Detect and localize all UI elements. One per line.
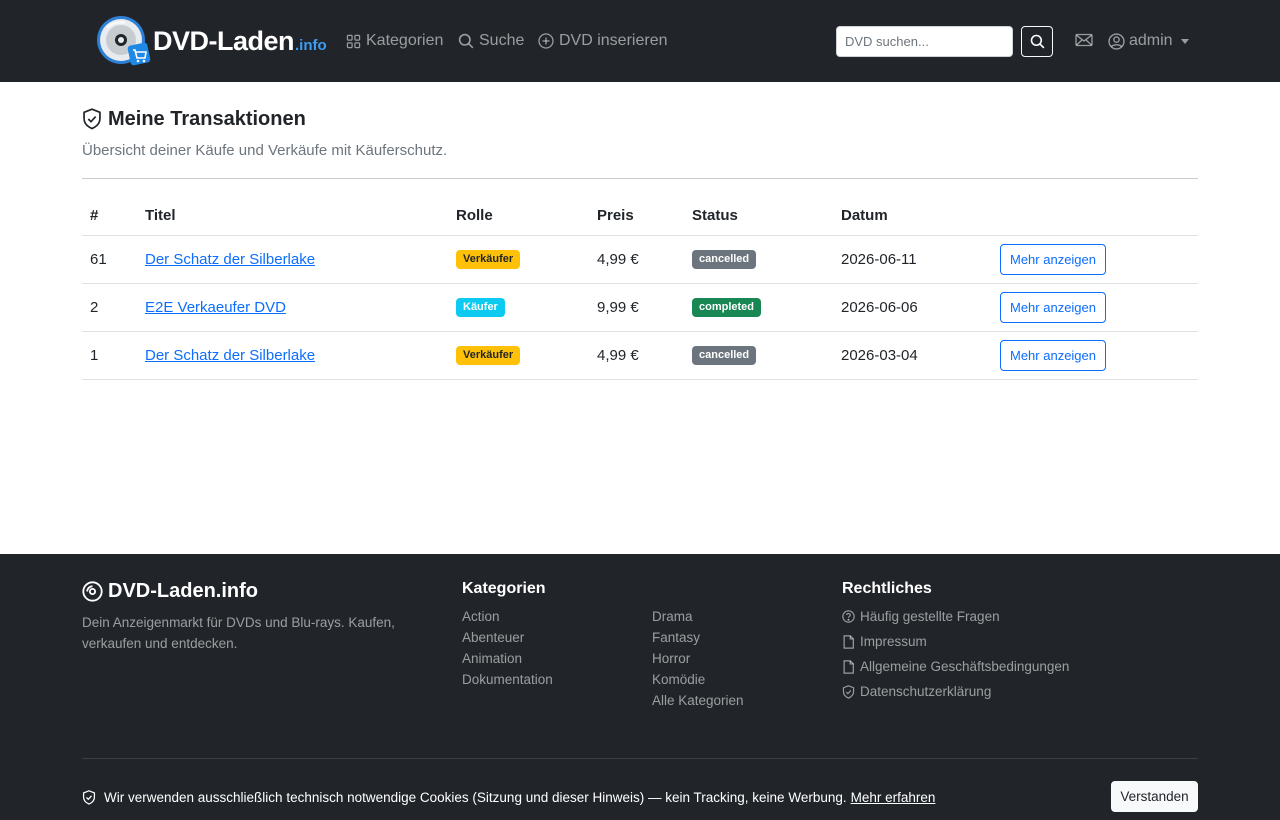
column-header-titel: Titel xyxy=(137,196,448,236)
price: 9,99 € xyxy=(589,283,684,332)
show-more-button[interactable]: Mehr anzeigen xyxy=(1000,243,1106,275)
role-badge: Verkäufer xyxy=(456,346,521,365)
footer-divider xyxy=(82,758,1198,759)
cookie-notice: Wir verwenden ausschließlich technisch n… xyxy=(82,788,935,806)
price: 4,99 € xyxy=(589,331,684,380)
footer-category-link[interactable]: Animation xyxy=(462,648,553,669)
table-row: 61 Der Schatz der Silberlake Verkäufer 4… xyxy=(82,235,1198,284)
search-input[interactable] xyxy=(836,26,1013,57)
dvd-title-link[interactable]: Der Schatz der Silberlake xyxy=(145,347,315,364)
footer-category-link[interactable]: Komödie xyxy=(652,669,744,690)
document-icon xyxy=(843,634,854,649)
nav-link-label: DVD inserieren xyxy=(559,32,668,49)
cookie-text: Wir verwenden ausschließlich technisch n… xyxy=(104,789,847,805)
table-header-row: # Titel Rolle Preis Status Datum xyxy=(82,196,1198,236)
footer-legal-label: Impressum xyxy=(860,634,927,649)
footer-category-link[interactable]: Dokumentation xyxy=(462,669,553,690)
table-row: 2 E2E Verkaeufer DVD Käufer 9,99 € compl… xyxy=(82,283,1198,332)
show-more-button[interactable]: Mehr anzeigen xyxy=(1000,291,1106,323)
brand-logo-link[interactable]: DVD-Laden .info xyxy=(95,14,327,68)
footer-category-link[interactable]: Action xyxy=(462,606,553,627)
divider xyxy=(82,178,1198,179)
footer-category-link[interactable]: Fantasy xyxy=(652,627,744,648)
page-title: Meine Transaktionen xyxy=(82,107,306,131)
footer-categories-heading: Kategorien xyxy=(462,580,546,597)
role-badge: Verkäufer xyxy=(456,250,521,269)
footer-description: Dein Anzeigenmarkt für DVDs und Blu-rays… xyxy=(82,615,395,651)
status-badge: completed xyxy=(692,298,762,317)
footer-legal-link-impressum[interactable]: Impressum xyxy=(842,629,1069,654)
footer-categories-list-2: Drama Fantasy Horror Komödie Alle Katego… xyxy=(652,606,744,711)
shield-check-icon xyxy=(82,789,96,805)
cookie-more-link[interactable]: Mehr erfahren xyxy=(851,790,936,805)
footer-legal-label: Allgemeine Geschäftsbedingungen xyxy=(860,659,1070,674)
footer-brand-name: DVD-Laden.info xyxy=(108,579,258,602)
footer-legal-link-datenschutz[interactable]: Datenschutzerklärung xyxy=(842,679,1069,704)
show-more-button[interactable]: Mehr anzeigen xyxy=(1000,339,1106,371)
footer-category-link[interactable]: Drama xyxy=(652,606,744,627)
footer-category-link[interactable]: Alle Kategorien xyxy=(652,690,744,711)
nav-link-kategorien[interactable]: Kategorien xyxy=(346,31,443,51)
dvd-title-link[interactable]: E2E Verkaeufer DVD xyxy=(145,299,286,316)
cookie-accept-button[interactable]: Verstanden xyxy=(1111,781,1198,812)
footer-legal-label: Datenschutzerklärung xyxy=(860,684,992,699)
page-title-text: Meine Transaktionen xyxy=(108,107,306,130)
shield-check-icon xyxy=(83,108,101,130)
date: 2026-03-04 xyxy=(833,331,992,380)
search-icon xyxy=(458,33,474,49)
column-header-datum: Datum xyxy=(833,196,992,236)
brand-suffix: .info xyxy=(295,36,327,54)
search-icon xyxy=(1030,34,1044,49)
column-header-preis: Preis xyxy=(589,196,684,236)
column-header-rolle: Rolle xyxy=(448,196,589,236)
user-name: admin xyxy=(1129,32,1173,49)
role-badge: Käufer xyxy=(456,298,505,317)
footer-legal-link-agb[interactable]: Allgemeine Geschäftsbedingungen xyxy=(842,654,1069,679)
status-badge: cancelled xyxy=(692,346,757,365)
nav-link-suche[interactable]: Suche xyxy=(458,31,524,51)
column-header-actions xyxy=(992,196,1198,236)
envelope-icon xyxy=(1075,33,1093,47)
grid-icon xyxy=(346,34,361,48)
plus-circle-icon xyxy=(538,33,554,49)
user-circle-icon xyxy=(1108,32,1125,50)
user-menu-dropdown[interactable]: admin xyxy=(1108,31,1189,51)
footer-legal-label: Häufig gestellte Fragen xyxy=(860,609,1000,624)
footer: DVD-Laden.info Dein Anzeigenmarkt für DV… xyxy=(0,554,1280,820)
brand-name: DVD-Laden xyxy=(153,25,295,56)
transaction-id: 2 xyxy=(82,283,137,332)
transaction-id: 61 xyxy=(82,235,137,284)
status-badge: cancelled xyxy=(692,250,757,269)
dvd-title-link[interactable]: Der Schatz der Silberlake xyxy=(145,251,315,268)
shield-check-icon xyxy=(842,684,855,699)
disc-icon xyxy=(82,580,103,602)
transactions-table: # Titel Rolle Preis Status Datum 61 Der … xyxy=(82,196,1198,380)
navbar: DVD-Laden .info Kategorien Suche DVD ins… xyxy=(0,0,1280,82)
question-circle-icon xyxy=(842,610,855,623)
footer-legal-heading: Rechtliches xyxy=(842,580,932,597)
document-icon xyxy=(843,659,854,674)
date: 2026-06-06 xyxy=(833,283,992,332)
footer-category-link[interactable]: Horror xyxy=(652,648,744,669)
nav-link-label: Suche xyxy=(479,32,525,49)
footer-legal-list: Häufig gestellte Fragen Impressum Allgem… xyxy=(842,604,1069,704)
date: 2026-06-11 xyxy=(833,235,992,284)
search-button[interactable] xyxy=(1021,26,1053,57)
page-subtitle: Übersicht deiner Käufe und Verkäufe mit … xyxy=(82,142,448,159)
column-header-status: Status xyxy=(684,196,833,236)
transaction-id: 1 xyxy=(82,331,137,380)
dvd-cart-logo-icon xyxy=(95,14,151,68)
chevron-down-icon xyxy=(1180,38,1189,44)
footer-brand: DVD-Laden.info xyxy=(82,579,258,603)
messages-link[interactable] xyxy=(1075,32,1095,50)
footer-legal-link-faq[interactable]: Häufig gestellte Fragen xyxy=(842,604,1069,629)
nav-link-label: Kategorien xyxy=(366,32,444,49)
table-row: 1 Der Schatz der Silberlake Verkäufer 4,… xyxy=(82,331,1198,380)
column-header-id: # xyxy=(82,196,137,236)
footer-categories-list-1: Action Abenteuer Animation Dokumentation xyxy=(462,606,553,690)
footer-category-link[interactable]: Abenteuer xyxy=(462,627,553,648)
nav-link-dvd-inserieren[interactable]: DVD inserieren xyxy=(538,31,667,51)
price: 4,99 € xyxy=(589,235,684,284)
